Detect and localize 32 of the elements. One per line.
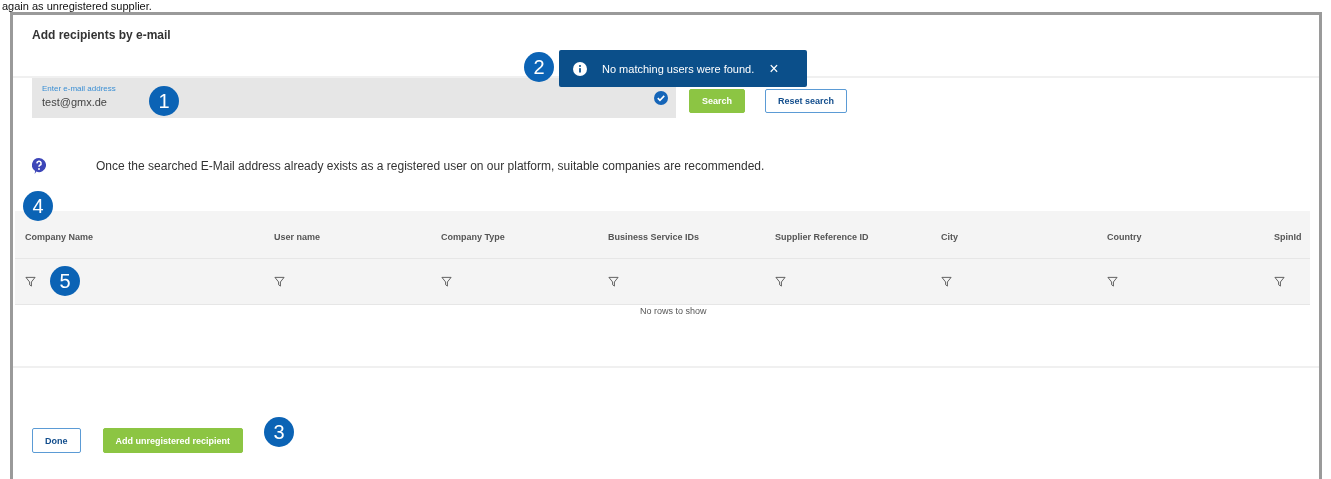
action-button[interactable]: Reset search bbox=[765, 88, 848, 113]
help-text: Once the searched E-Mail address already exists as a registered user on our platform, suitable companies are recommended. bbox=[96, 159, 765, 173]
column-header[interactable]: Business Service IDs bbox=[608, 231, 700, 242]
filter-icon[interactable] bbox=[775, 276, 786, 287]
filter-icon[interactable] bbox=[941, 276, 952, 287]
filter-icon[interactable] bbox=[1274, 276, 1285, 287]
column-header[interactable]: SpinId bbox=[1274, 231, 1302, 242]
column-header[interactable]: City bbox=[941, 231, 958, 242]
number-badge: 5 bbox=[50, 266, 80, 296]
column-header[interactable]: User name bbox=[274, 231, 321, 242]
number-badge: 1 bbox=[149, 86, 179, 116]
number-badge: 3 bbox=[264, 417, 294, 447]
close-button[interactable]: × bbox=[769, 59, 779, 78]
toast-message: No matching users were found. bbox=[602, 62, 755, 75]
column-header[interactable]: Supplier Reference ID bbox=[775, 231, 869, 242]
filter-icon[interactable] bbox=[441, 276, 452, 287]
caption-text: again as unregistered supplier. bbox=[1, 0, 152, 12]
filter-icon[interactable] bbox=[274, 276, 285, 287]
column-header[interactable]: Company Type bbox=[441, 231, 505, 242]
number-badge: 2 bbox=[524, 52, 554, 82]
email-input-field[interactable]: Enter e-mail address test@gmx.de 1 bbox=[32, 78, 676, 118]
number-badge: 4 bbox=[23, 191, 53, 221]
column-header[interactable]: Company Name bbox=[25, 231, 94, 242]
filter-icon[interactable] bbox=[25, 276, 36, 287]
action-button[interactable]: Done bbox=[32, 428, 81, 453]
empty-table-message: No rows to show bbox=[640, 306, 707, 316]
dialog-title: Add recipients by e-mail bbox=[31, 27, 171, 44]
filter-icon[interactable] bbox=[608, 276, 619, 287]
info-icon bbox=[573, 61, 587, 76]
help-icon bbox=[32, 158, 46, 174]
column-header[interactable]: Country bbox=[1107, 231, 1142, 242]
filter-icon[interactable] bbox=[1107, 276, 1118, 287]
